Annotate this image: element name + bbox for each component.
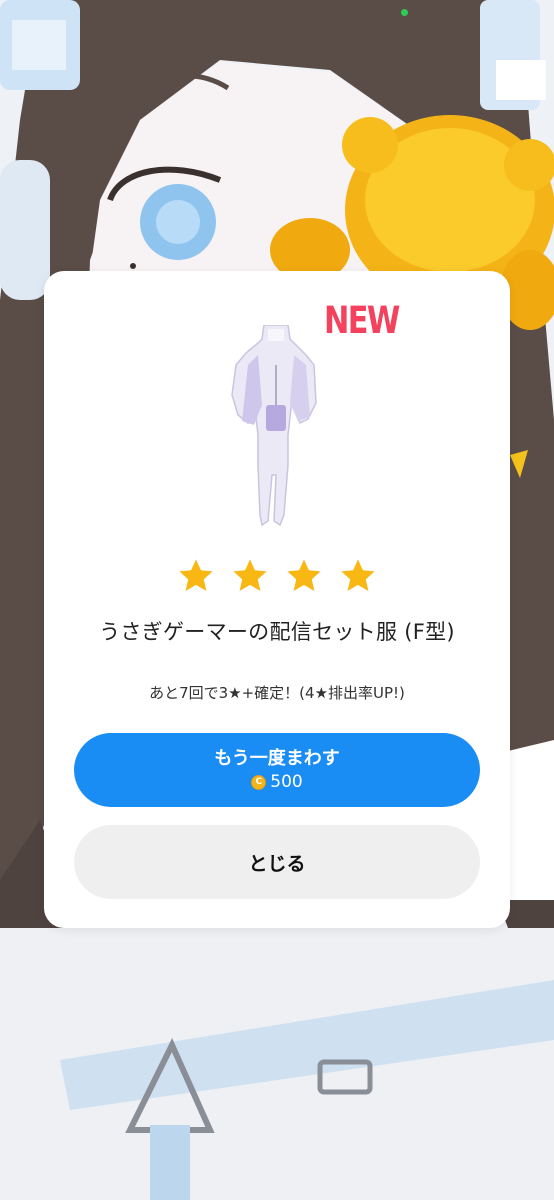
item-name: うさぎゲーマーの配信セット服 (F型): [99, 620, 455, 644]
spin-cost-value: 500: [270, 772, 303, 792]
gacha-guarantee-note: あと7回で3★+確定！(4★排出率UP!): [149, 684, 405, 702]
close-button[interactable]: とじる: [74, 825, 480, 899]
star-icon: [341, 559, 375, 592]
star-icon: [287, 559, 321, 592]
outfit-item-image: [231, 325, 317, 527]
spin-cost: C 500: [251, 771, 303, 793]
spin-again-button[interactable]: もう一度まわす C 500: [74, 733, 480, 807]
star-icon: [233, 559, 267, 592]
star-icon: [179, 559, 213, 592]
new-badge: NEW: [324, 299, 400, 342]
status-indicator: [401, 9, 408, 16]
coin-icon: C: [251, 774, 267, 790]
rarity-stars: [44, 557, 510, 597]
spin-again-label: もう一度まわす: [214, 748, 340, 769]
gacha-result-card: NEW うさぎゲーマーの配信セット服 (F型) あと7回で3★+確定！(4★排出…: [44, 271, 510, 928]
